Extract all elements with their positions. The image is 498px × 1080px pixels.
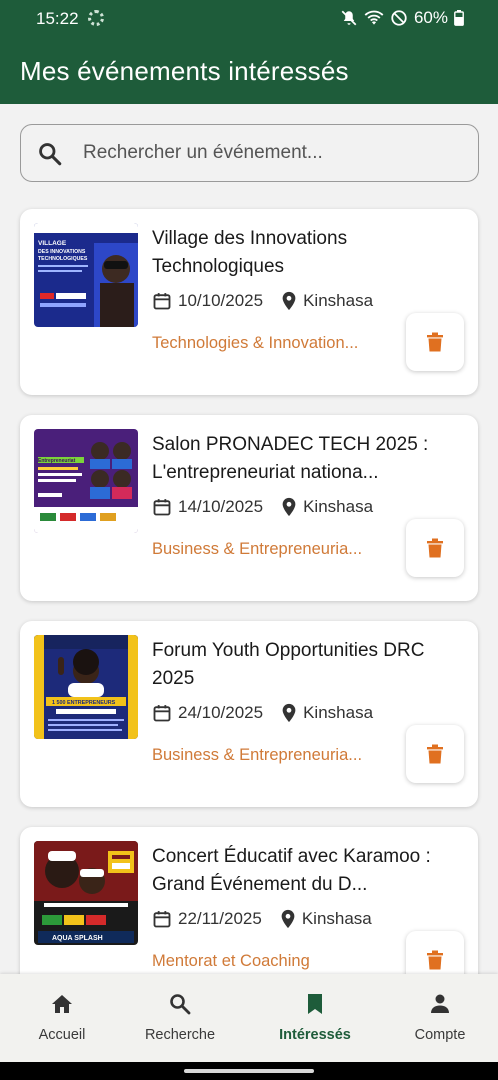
- poster-text: VILLAGE: [38, 240, 67, 247]
- event-location: Kinshasa: [303, 703, 374, 722]
- mute-icon: [341, 10, 357, 26]
- location-pin-icon: [281, 909, 295, 929]
- event-location: Kinshasa: [303, 291, 374, 310]
- poster-text: Entrepreneuriat: [38, 458, 76, 464]
- event-title: Salon PRONADEC TECH 2025 : L'entrepreneu…: [152, 434, 429, 483]
- search-icon: [170, 994, 191, 1015]
- nav-label: Accueil: [38, 1027, 86, 1043]
- event-date: 24/10/2025: [178, 703, 264, 722]
- delete-button[interactable]: [406, 313, 464, 371]
- event-title: Concert Éducatif avec Karamoo : Grand Év…: [152, 846, 431, 895]
- event-category: Mentorat et Coaching: [152, 952, 310, 970]
- event-meta: 10/10/2025 Kinshasa: [152, 291, 373, 311]
- nav-item-recherche[interactable]: Recherche: [118, 974, 242, 1062]
- event-card[interactable]: VILLAGE DES INNOVATIONS TECHNOLOGIQUES V…: [20, 209, 478, 395]
- event-meta: 14/10/2025 Kinshasa: [152, 497, 373, 517]
- svg-text:DES INNOVATIONS: DES INNOVATIONS: [38, 249, 86, 255]
- event-meta: 22/11/2025 Kinshasa: [152, 909, 372, 929]
- app-bar: Mes événements intéressés: [0, 36, 498, 104]
- calendar-icon: [153, 499, 171, 516]
- event-category: Business & Entrepreneuria...: [152, 746, 363, 764]
- event-card[interactable]: 1 500 ENTREPRENEURS Forum Youth Opportun…: [20, 621, 478, 807]
- person-icon: [431, 994, 449, 1013]
- trash-icon: [427, 744, 443, 764]
- search-icon: [39, 143, 62, 166]
- location-pin-icon: [282, 497, 296, 517]
- delete-button[interactable]: [406, 725, 464, 783]
- trash-icon: [427, 950, 443, 970]
- event-category: Technologies & Innovation...: [152, 334, 359, 352]
- location-pin-icon: [282, 703, 296, 723]
- page-title: Mes événements intéressés: [20, 56, 349, 86]
- trash-icon: [427, 332, 443, 352]
- event-title: Village des Innovations Technologiques: [152, 228, 348, 277]
- trash-icon: [427, 538, 443, 558]
- gesture-bar-area: [0, 1062, 498, 1080]
- battery-icon: [454, 10, 464, 26]
- nav-label: Intéressés: [279, 1027, 351, 1043]
- do-not-disturb-icon: [391, 10, 407, 26]
- nav-item-interesses[interactable]: Intéressés: [253, 974, 377, 1062]
- event-location: Kinshasa: [301, 909, 372, 928]
- calendar-icon: [153, 705, 171, 722]
- nav-item-accueil[interactable]: Accueil: [0, 974, 124, 1062]
- status-bar: 15:22 60%: [0, 0, 498, 36]
- search-input[interactable]: [83, 133, 463, 173]
- gesture-handle[interactable]: [184, 1069, 314, 1073]
- event-date: 22/11/2025: [178, 909, 262, 928]
- nav-label: Recherche: [144, 1027, 216, 1043]
- event-date: 14/10/2025: [178, 497, 264, 516]
- event-title: Forum Youth Opportunities DRC 2025: [152, 640, 425, 689]
- delete-button[interactable]: [406, 519, 464, 577]
- status-time: 15:22: [36, 9, 79, 28]
- battery-level: 60%: [413, 8, 448, 27]
- event-card[interactable]: Entrepreneuriat Salon PRONADEC TECH 2025…: [20, 415, 478, 601]
- bottom-navigation: Accueil Recherche Intéressés Compte: [0, 974, 498, 1062]
- event-meta: 24/10/2025 Kinshasa: [152, 703, 373, 723]
- event-location: Kinshasa: [303, 497, 374, 516]
- home-icon: [52, 995, 72, 1013]
- poster-text: 1 500 ENTREPRENEURS: [52, 700, 116, 706]
- event-thumbnail: 1 500 ENTREPRENEURS: [34, 635, 138, 739]
- calendar-icon: [153, 911, 171, 928]
- status-indicators: 60%: [340, 8, 464, 28]
- event-thumbnail: VILLAGE DES INNOVATIONS TECHNOLOGIQUES: [34, 223, 138, 327]
- calendar-icon: [153, 293, 171, 310]
- event-category: Business & Entrepreneuria...: [152, 540, 363, 558]
- sync-icon: [88, 10, 104, 26]
- event-thumbnail: Entrepreneuriat: [34, 429, 138, 533]
- search-box[interactable]: [20, 124, 479, 182]
- location-pin-icon: [282, 291, 296, 311]
- poster-text: AQUA SPLASH: [52, 935, 103, 942]
- wifi-icon: [364, 10, 384, 25]
- event-date: 10/10/2025: [178, 291, 264, 310]
- event-thumbnail: AQUA SPLASH: [34, 841, 138, 945]
- bookmark-icon: [308, 994, 322, 1014]
- nav-label: Compte: [414, 1027, 466, 1043]
- nav-item-compte[interactable]: Compte: [378, 974, 498, 1062]
- svg-text:TECHNOLOGIQUES: TECHNOLOGIQUES: [38, 256, 88, 262]
